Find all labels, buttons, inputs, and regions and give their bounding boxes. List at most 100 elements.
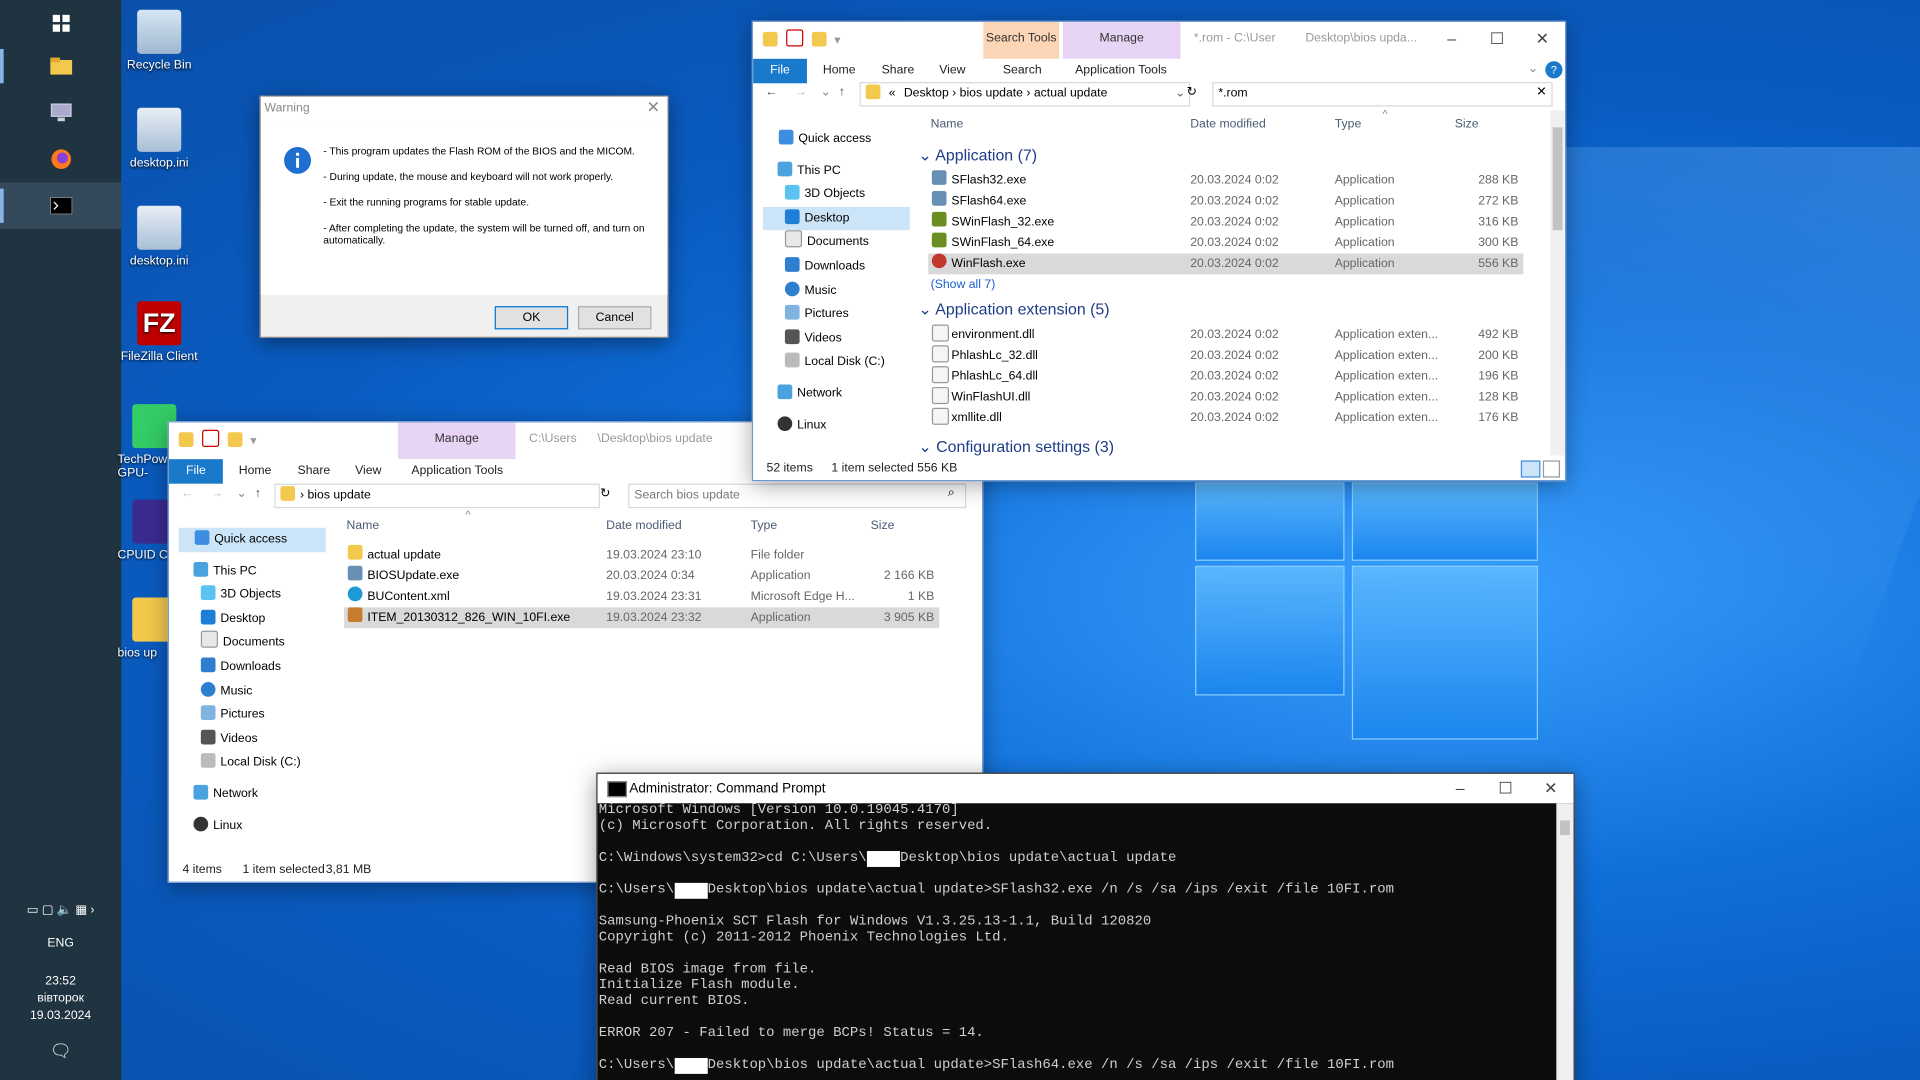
tab-share[interactable]: Share bbox=[882, 59, 915, 83]
back-arrow-icon[interactable]: ← bbox=[181, 487, 193, 500]
show-all-link[interactable]: (Show all 7) bbox=[931, 278, 996, 291]
nav-item-quick-access[interactable]: Quick access bbox=[763, 127, 910, 151]
breadcrumb-bios-update[interactable]: bios update bbox=[960, 87, 1023, 100]
taskbar-firefox[interactable] bbox=[0, 136, 121, 183]
tab-view[interactable]: View bbox=[355, 459, 381, 483]
maximize-button[interactable]: ☐ bbox=[1483, 774, 1528, 803]
desktop-icon-bios-update[interactable]: bios up bbox=[118, 597, 177, 660]
breadcrumb-desktop[interactable]: Desktop bbox=[904, 87, 949, 100]
cmd-output[interactable]: Microsoft Windows [Version 10.0.19045.41… bbox=[598, 803, 1557, 1080]
scrollbar-thumb[interactable] bbox=[1552, 127, 1563, 231]
file-row[interactable]: xmllite.dll 20.03.2024 0:02 Application … bbox=[928, 407, 1523, 429]
tab-file[interactable]: File bbox=[753, 58, 807, 84]
tab-application-tools[interactable]: Application Tools bbox=[1075, 59, 1167, 83]
desktop-icon-desktop-ini[interactable]: desktop.ini bbox=[120, 107, 198, 170]
chevron-down-icon[interactable]: ⌄ bbox=[236, 487, 246, 500]
chevron-down-icon[interactable]: ⌄ bbox=[1175, 83, 1185, 105]
clock-date[interactable]: 19.03.2024 bbox=[0, 1009, 121, 1022]
ok-button[interactable]: OK bbox=[494, 306, 569, 330]
column-header-size[interactable]: Size bbox=[1455, 118, 1479, 131]
nav-item-quick-access[interactable]: Quick access bbox=[178, 527, 326, 552]
forward-arrow-icon[interactable]: → bbox=[795, 86, 807, 99]
tab-share[interactable]: Share bbox=[298, 459, 331, 483]
desktop-icon-cpuid[interactable]: CPUID C bbox=[118, 499, 177, 562]
nav-item-3d-objects[interactable]: 3D Objects bbox=[763, 183, 910, 207]
breadcrumb-bios-update[interactable]: bios update bbox=[307, 489, 370, 502]
nav-item-desktop[interactable]: Desktop bbox=[762, 206, 910, 231]
group-header-application-extension[interactable]: ⌄ Application extension (5) bbox=[918, 300, 1109, 320]
file-row[interactable]: SFlash64.exe 20.03.2024 0:02 Application… bbox=[928, 191, 1523, 212]
file-row[interactable]: SWinFlash_64.exe 20.03.2024 0:02 Applica… bbox=[928, 232, 1523, 254]
forward-arrow-icon[interactable]: → bbox=[211, 487, 223, 500]
nav-item-downloads[interactable]: Downloads bbox=[763, 255, 910, 279]
nav-item-this-pc[interactable]: This PC bbox=[763, 159, 910, 183]
column-header-size[interactable]: Size bbox=[871, 519, 895, 532]
chevron-down-icon[interactable]: ⌄ bbox=[820, 86, 830, 99]
nav-item-this-pc[interactable]: This PC bbox=[179, 559, 326, 583]
chevron-down-icon[interactable]: ▾ bbox=[834, 34, 840, 47]
new-folder-icon[interactable] bbox=[811, 31, 827, 47]
nav-item-downloads[interactable]: Downloads bbox=[179, 655, 326, 679]
search-icon[interactable]: ⌕ bbox=[948, 486, 955, 499]
vertical-scrollbar[interactable] bbox=[1556, 803, 1574, 1080]
volume-icon[interactable]: 🔈 bbox=[57, 904, 72, 917]
nav-item-network[interactable]: Network bbox=[179, 782, 326, 806]
chevron-right-icon[interactable]: › bbox=[90, 904, 94, 917]
display-icon[interactable]: ▢ bbox=[42, 904, 54, 917]
file-row[interactable]: SWinFlash_32.exe 20.03.2024 0:02 Applica… bbox=[928, 211, 1523, 233]
taskbar-command-prompt[interactable] bbox=[0, 182, 122, 229]
cancel-button[interactable]: Cancel bbox=[577, 306, 652, 330]
battery-icon[interactable]: ▦ bbox=[75, 904, 87, 917]
taskbar-app[interactable] bbox=[0, 89, 121, 136]
nav-item-linux[interactable]: Linux bbox=[179, 814, 326, 838]
address-bar[interactable]: « Desktop › bios update › actual update … bbox=[859, 82, 1191, 107]
up-arrow-icon[interactable]: ↑ bbox=[839, 86, 845, 99]
file-row[interactable]: actual update 19.03.2024 23:10 File fold… bbox=[344, 544, 939, 566]
column-header-type[interactable]: Type bbox=[1335, 118, 1362, 131]
folder-icon[interactable] bbox=[178, 432, 194, 447]
network-icon[interactable]: ▭ bbox=[27, 904, 39, 917]
search-input[interactable]: *.rom bbox=[1212, 82, 1553, 107]
new-folder-icon[interactable] bbox=[227, 432, 242, 447]
search-input[interactable]: Search bios update bbox=[628, 483, 967, 509]
tab-view[interactable]: View bbox=[939, 59, 965, 83]
tab-search[interactable]: Search bbox=[1003, 59, 1042, 83]
chevron-down-icon[interactable]: ⌄ bbox=[1528, 62, 1538, 75]
nav-item-videos[interactable]: Videos bbox=[179, 727, 326, 751]
group-header-configuration-settings[interactable]: ⌄ Configuration settings (3) bbox=[918, 437, 1114, 457]
vertical-scrollbar[interactable] bbox=[1550, 110, 1565, 456]
tab-application-tools[interactable]: Application Tools bbox=[411, 459, 503, 483]
column-header-date[interactable]: Date modified bbox=[1190, 118, 1266, 131]
close-button[interactable]: ✕ bbox=[1520, 22, 1565, 56]
taskbar-file-explorer[interactable] bbox=[0, 43, 121, 90]
nav-item-local-disk[interactable]: Local Disk (C:) bbox=[763, 351, 910, 375]
column-header-date[interactable]: Date modified bbox=[606, 519, 682, 532]
tab-home[interactable]: Home bbox=[823, 59, 856, 83]
file-row[interactable]: SFlash32.exe 20.03.2024 0:02 Application… bbox=[928, 170, 1523, 191]
clock-time[interactable]: 23:52 bbox=[0, 975, 121, 988]
nav-item-linux[interactable]: Linux bbox=[763, 413, 910, 437]
scrollbar-thumb[interactable] bbox=[1560, 820, 1570, 836]
nav-item-music[interactable]: Music bbox=[763, 279, 910, 303]
file-row[interactable]: environment.dll 20.03.2024 0:02 Applicat… bbox=[928, 324, 1523, 345]
nav-item-documents[interactable]: Documents bbox=[763, 230, 910, 255]
file-row[interactable]: BIOSUpdate.exe 20.03.2024 0:34 Applicati… bbox=[344, 565, 939, 587]
address-bar[interactable]: › bios update bbox=[274, 483, 601, 509]
minimize-button[interactable]: – bbox=[1429, 22, 1474, 56]
desktop-icon-filezilla[interactable]: FZ FileZilla Client bbox=[120, 301, 198, 364]
nav-item-music[interactable]: Music bbox=[179, 679, 326, 703]
details-view-icon[interactable] bbox=[1520, 460, 1541, 478]
clock-day[interactable]: вівторок bbox=[0, 992, 121, 1005]
refresh-icon[interactable]: ↻ bbox=[600, 487, 610, 500]
large-icons-view-icon[interactable] bbox=[1542, 460, 1561, 478]
file-row-selected[interactable]: ITEM_20130312_826_WIN_10FI.exe 19.03.202… bbox=[344, 607, 940, 629]
ctx-tab-search-tools[interactable]: Search Tools bbox=[983, 22, 1060, 59]
column-header-name[interactable]: Name bbox=[931, 118, 964, 131]
close-button[interactable]: ✕ bbox=[1528, 774, 1573, 803]
tab-file[interactable]: File bbox=[168, 459, 223, 484]
nav-item-documents[interactable]: Documents bbox=[179, 631, 326, 655]
folder-icon[interactable] bbox=[762, 31, 778, 47]
nav-item-local-disk[interactable]: Local Disk (C:) bbox=[179, 751, 326, 775]
column-header-name[interactable]: Name bbox=[347, 519, 380, 532]
close-icon[interactable]: ✕ bbox=[647, 98, 660, 118]
